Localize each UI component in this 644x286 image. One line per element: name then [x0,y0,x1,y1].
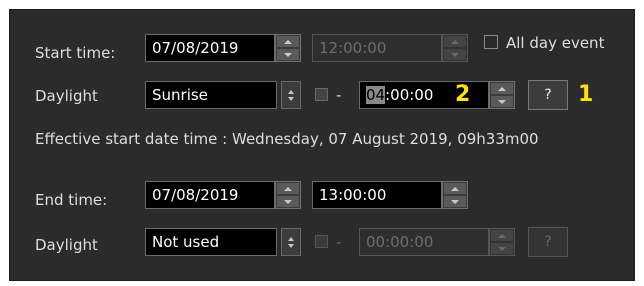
spin-down-icon[interactable] [491,96,513,107]
offset-rest: :00:00 [385,86,434,104]
spin-down-icon[interactable] [444,196,466,207]
start-date-spinner[interactable] [275,34,301,62]
spin-down-icon[interactable] [444,49,466,60]
spin-up-icon[interactable] [277,183,299,194]
spin-down-icon[interactable] [491,243,513,254]
all-day-label: All day event [506,34,605,52]
start-time-spinner[interactable] [442,34,468,62]
end-date-spinner[interactable] [275,181,301,209]
spin-up-icon[interactable] [491,230,513,241]
chevron-down-icon [288,96,294,101]
all-day-checkbox[interactable] [484,35,498,49]
daylight-label-2: Daylight [35,236,98,254]
chevron-up-icon [288,89,294,94]
effective-start-text: Effective start date time : Wednesday, 0… [35,130,539,148]
offset-sign-checkbox[interactable] [315,88,328,101]
chevron-down-icon [288,243,294,248]
spin-up-icon[interactable] [277,36,299,47]
daylight-offset-spinner-2[interactable] [489,228,515,256]
offset-hours-selection: 04 [366,86,386,104]
spin-down-icon[interactable] [277,49,299,60]
start-time-label: Start time: [35,44,116,62]
daylight-offset-field-2[interactable]: 00:00:00 [359,228,489,256]
daylight-dropdown-button-2[interactable] [281,228,301,256]
daylight-select[interactable]: Sunrise [145,81,277,109]
annotation-marker-2: 2 [455,82,471,107]
offset-dash-2: - [336,233,342,251]
end-time-label: End time: [35,191,108,209]
end-date-field[interactable]: 07/08/2019 [145,181,275,209]
daylight-select-2[interactable]: Not used [145,228,277,256]
offset-dash: - [336,86,342,104]
start-date-field[interactable]: 07/08/2019 [145,34,275,62]
start-time-field[interactable]: 12:00:00 [312,34,442,62]
daylight-dropdown-button[interactable] [281,81,301,109]
offset-sign-checkbox-2[interactable] [315,235,328,248]
end-time-field[interactable]: 13:00:00 [312,181,442,209]
end-time-spinner[interactable] [442,181,468,209]
spin-up-icon[interactable] [491,83,513,94]
spin-down-icon[interactable] [277,196,299,207]
chevron-up-icon [288,236,294,241]
annotation-marker-1: 1 [578,82,594,107]
daylight-help-button-2[interactable]: ? [528,227,568,257]
spin-up-icon[interactable] [444,183,466,194]
daylight-help-button[interactable]: ? [528,80,568,110]
daylight-offset-spinner[interactable] [489,81,515,109]
spin-up-icon[interactable] [444,36,466,47]
event-time-panel: Start time: 07/08/2019 12:00:00 All day … [9,9,635,281]
daylight-label: Daylight [35,87,98,105]
